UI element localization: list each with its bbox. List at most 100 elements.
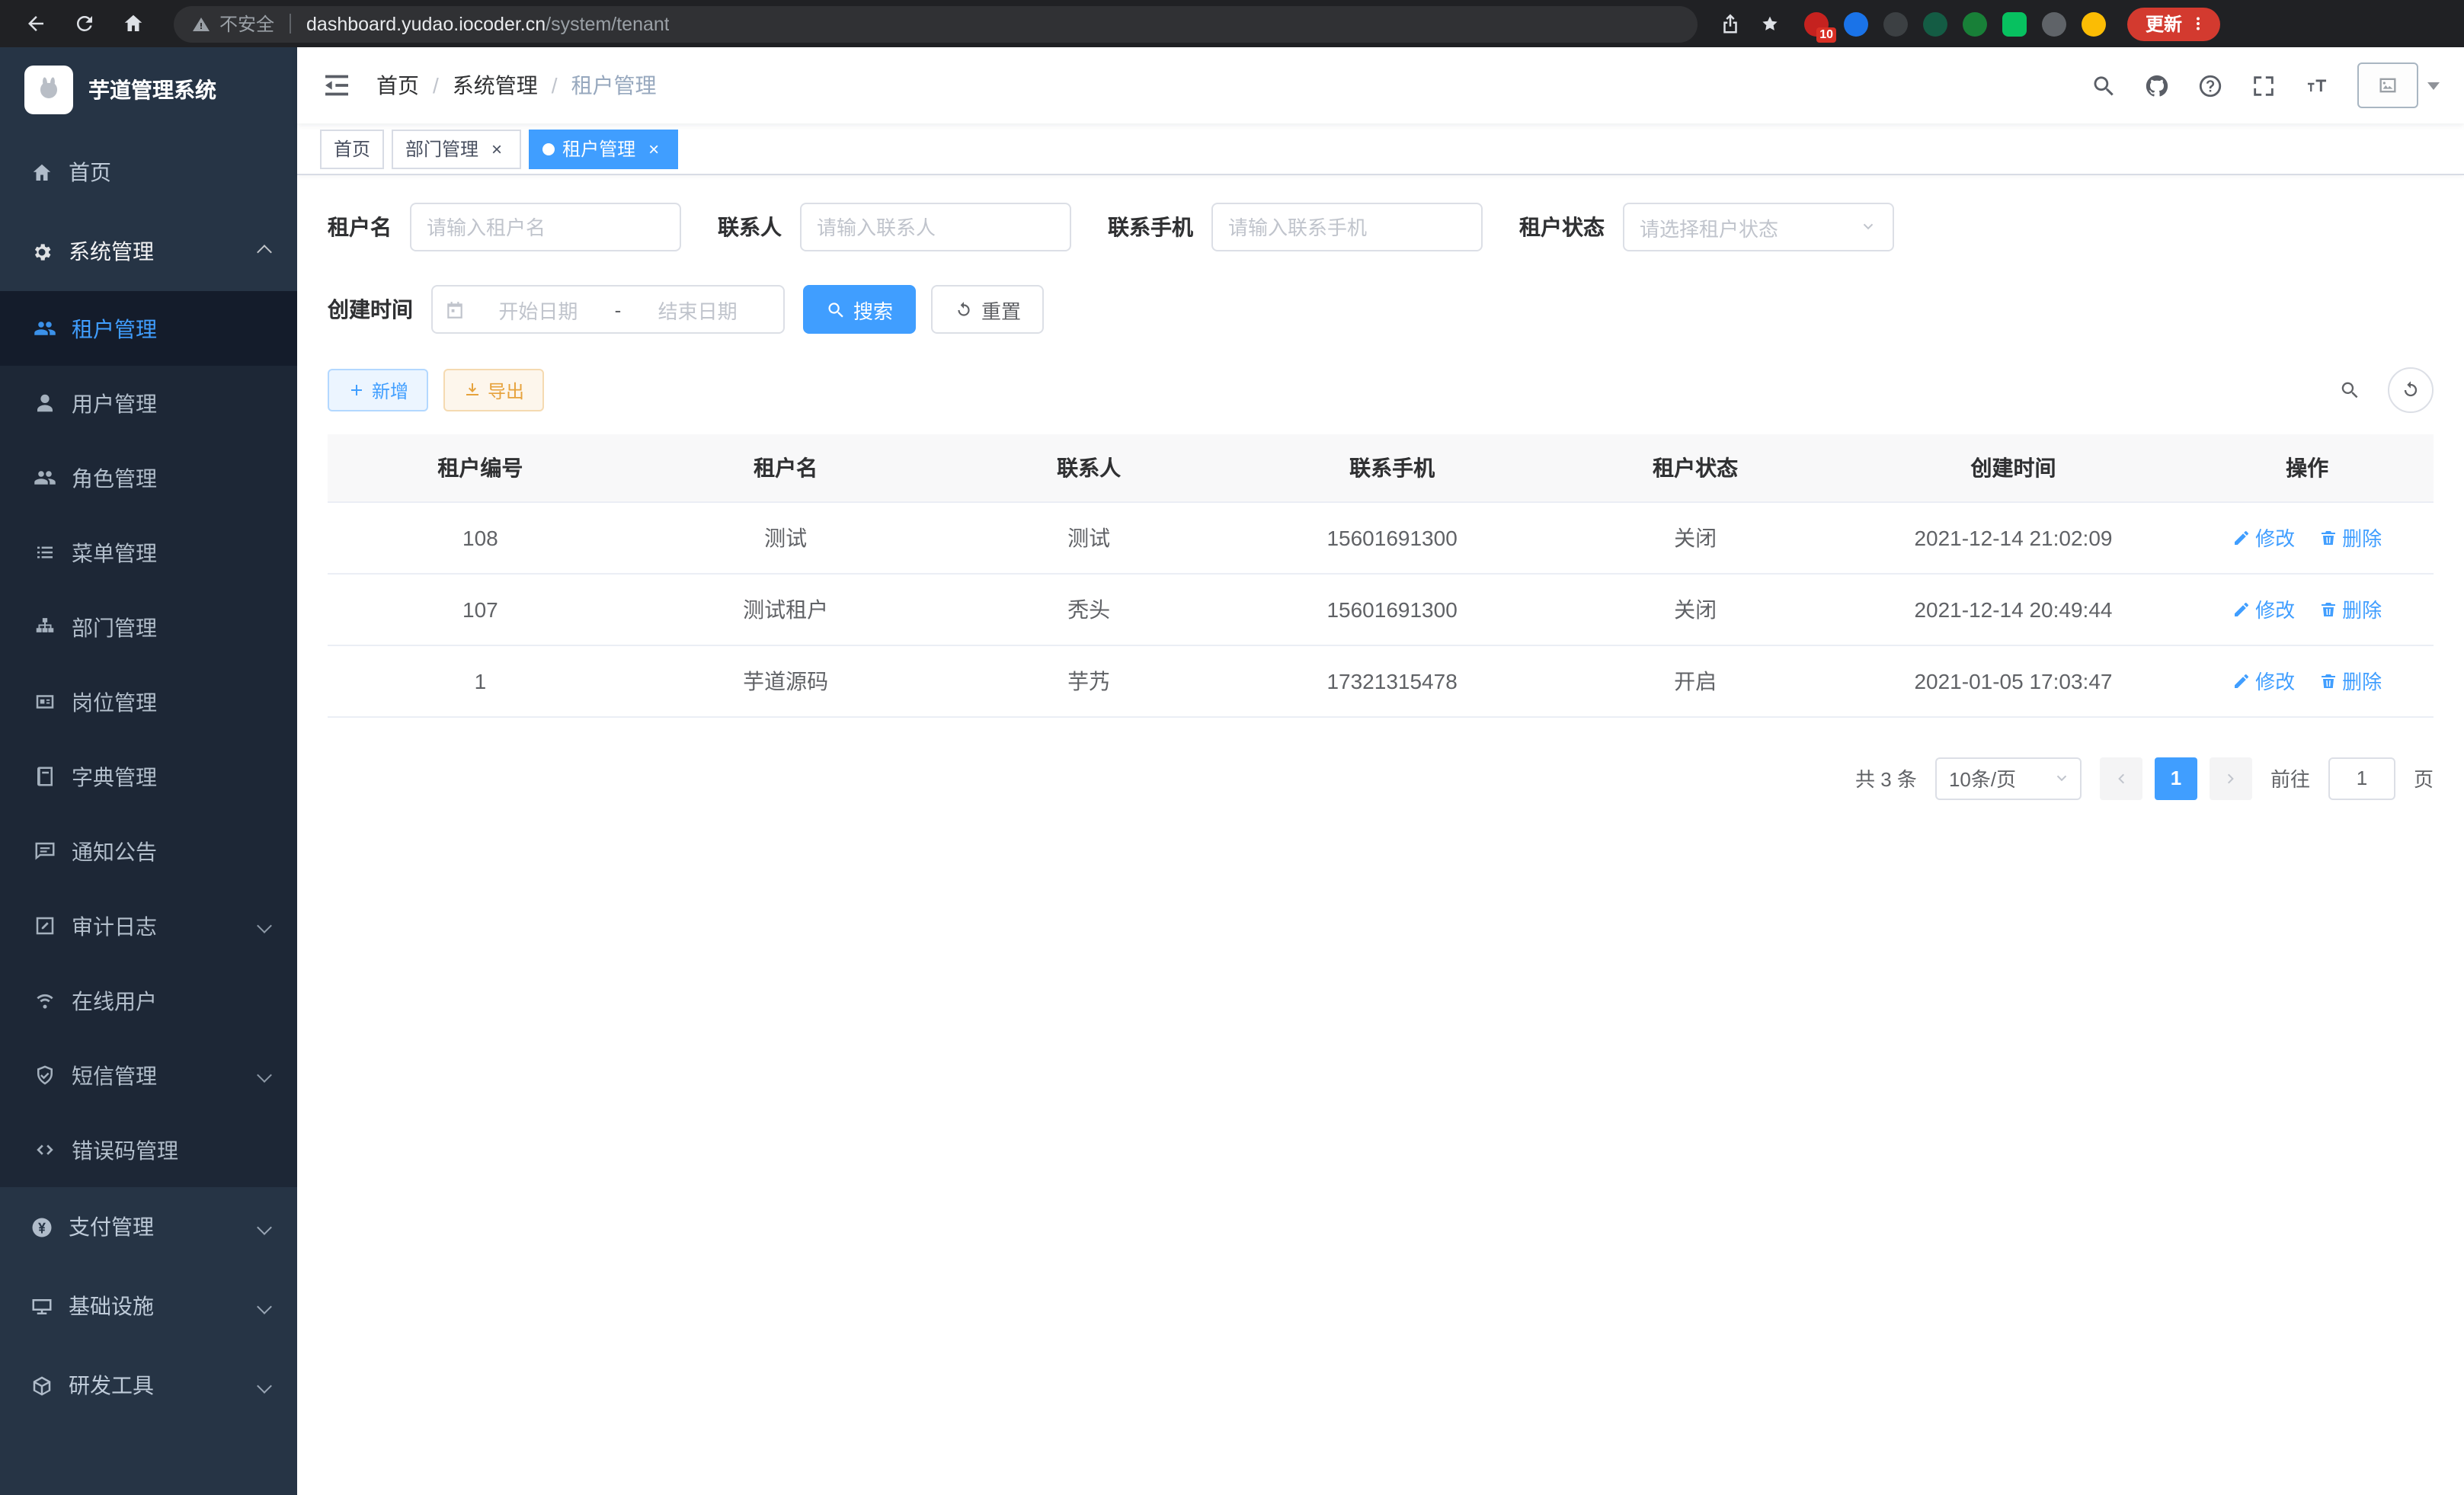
delete-link[interactable]: 删除 [2319,666,2382,695]
extension-icon[interactable] [1844,11,1868,36]
avatar [2357,62,2418,108]
close-icon[interactable]: × [486,138,507,159]
update-button[interactable]: 更新 [2127,7,2220,40]
breadcrumb-item: 租户管理 [571,70,657,101]
sidebar-item-label: 审计日志 [72,911,157,941]
security-warning-wrap [192,14,210,33]
cell-phone: 15601691300 [1240,501,1545,573]
page-number-1[interactable]: 1 [2155,757,2197,799]
phone-input[interactable] [1211,203,1483,251]
column-header: 租户名 [633,434,939,501]
add-button[interactable]: 新增 [328,369,428,411]
address-bar[interactable]: 不安全 dashboard.yudao.iocoder.cn/system/te… [174,5,1698,42]
extension-icon[interactable] [1923,11,1947,36]
close-icon[interactable]: × [643,138,664,159]
delete-link[interactable]: 删除 [2319,523,2382,552]
create-time-label: 创建时间 [328,294,413,325]
user-menu[interactable] [2357,62,2440,108]
share-button[interactable] [1710,4,1749,43]
goto-page-input[interactable] [2328,757,2395,799]
sidebar-item-label: 通知公告 [72,836,157,866]
tag-1[interactable]: 部门管理 × [392,129,521,168]
extension-icon[interactable] [1963,11,1987,36]
tag-0[interactable]: 首页 [320,129,384,168]
sidebar-toggle-button[interactable] [322,70,352,101]
sidebar-item-error-code-management[interactable]: 错误码管理 [0,1112,297,1187]
select-caret-wrap [2053,769,2071,787]
extension-icon[interactable] [1883,11,1908,36]
sidebar-item-dict-management[interactable]: 字典管理 [0,739,297,814]
browser-home-button[interactable] [113,4,152,43]
table-row: 1芋道源码芋艿17321315478开启2021-01-05 17:03:47修… [328,645,2434,716]
tag-2[interactable]: 租户管理× [529,129,678,168]
sidebar-group-dev-tools[interactable]: 研发工具 [0,1346,297,1425]
page-size-select[interactable]: 10条/页 [1935,757,2082,799]
logo[interactable]: 芋道管理系统 [0,47,297,133]
breadcrumb-item[interactable]: 首页 [376,70,419,101]
top-navbar: 首页/系统管理/租户管理 [297,47,2464,123]
header-search-button[interactable] [2091,72,2117,98]
search-button[interactable]: 搜索 [803,285,916,334]
extension-icon[interactable]: 10 [1804,11,1829,36]
tenant-name-input[interactable] [410,203,681,251]
toggle-search-button[interactable] [2327,367,2373,413]
online-icon [34,989,56,1012]
tenant-status-select[interactable]: 请选择租户状态 [1623,203,1894,251]
sidebar-item-role-management[interactable]: 角色管理 [0,440,297,515]
back-button[interactable] [15,4,55,43]
edit-link[interactable]: 修改 [2232,666,2295,695]
sidebar-item-audit-log[interactable]: 审计日志 [0,888,297,963]
sidebar-group-infrastructure[interactable]: 基础设施 [0,1266,297,1346]
create-time-range-picker[interactable]: 开始日期 - 结束日期 [431,285,785,334]
sidebar-group-payment-management[interactable]: 支付管理 [0,1187,297,1266]
cell-tenant-name: 测试租户 [633,573,939,645]
font-size-button[interactable] [2304,72,2330,98]
cell-created: 2021-01-05 17:03:47 [1846,645,2181,716]
cell-actions: 修改删除 [2181,501,2434,573]
goto-label: 前往 [2270,764,2310,792]
browser-menu-wrap[interactable] [2188,14,2208,34]
prev-page-button[interactable] [2100,757,2142,799]
cell-phone: 15601691300 [1240,573,1545,645]
github-button[interactable] [2144,72,2170,98]
sidebar-item-online-users[interactable]: 在线用户 [0,963,297,1038]
fullscreen-button[interactable] [2251,72,2277,98]
export-button[interactable]: 导出 [443,369,544,411]
sms-icon [34,1064,56,1087]
refresh-table-button[interactable] [2388,367,2434,413]
sidebar-item-tenant-management[interactable]: 租户管理 [0,291,297,366]
plus-icon [347,381,366,399]
sidebar-submenu: 租户管理用户管理角色管理菜单管理部门管理岗位管理字典管理通知公告审计日志在线用户… [0,291,297,1187]
extension-icon[interactable] [2002,11,2027,36]
edit-link[interactable]: 修改 [2232,523,2295,552]
download-icon [463,381,482,399]
edit-link[interactable]: 修改 [2232,594,2295,623]
sidebar-item-sms-management[interactable]: 短信管理 [0,1038,297,1112]
tag-label: 部门管理 [405,136,478,162]
contact-input[interactable] [800,203,1071,251]
sidebar-item-post-management[interactable]: 岗位管理 [0,664,297,739]
sidebar-item-menu-management[interactable]: 菜单管理 [0,515,297,590]
user-icon [34,392,56,415]
extension-icon[interactable] [2042,11,2066,36]
next-page-button[interactable] [2210,757,2252,799]
edit-icon [2232,600,2251,618]
sidebar-item-user-management[interactable]: 用户管理 [0,366,297,440]
sidebar-item-home[interactable]: 首页 [0,133,297,212]
bookmark-star-button[interactable] [1749,4,1789,43]
fullscreen-icon [2251,72,2277,98]
reset-icon-wrap [954,299,974,319]
sidebar-item-notice-announcement[interactable]: 通知公告 [0,814,297,888]
chevron-up-icon [257,244,272,259]
add-button-label: 新增 [372,377,408,403]
breadcrumb-item[interactable]: 系统管理 [453,70,538,101]
sidebar-group-system-management[interactable]: 系统管理 [0,212,297,291]
url-text: dashboard.yudao.iocoder.cn/system/tenant [306,13,670,34]
reset-button[interactable]: 重置 [931,285,1044,334]
tool-icon [30,1374,53,1397]
delete-link[interactable]: 删除 [2319,594,2382,623]
sidebar-item-dept-management[interactable]: 部门管理 [0,590,297,664]
docs-help-button[interactable] [2197,72,2223,98]
extension-icon[interactable] [2082,11,2106,36]
reload-button[interactable] [64,4,104,43]
